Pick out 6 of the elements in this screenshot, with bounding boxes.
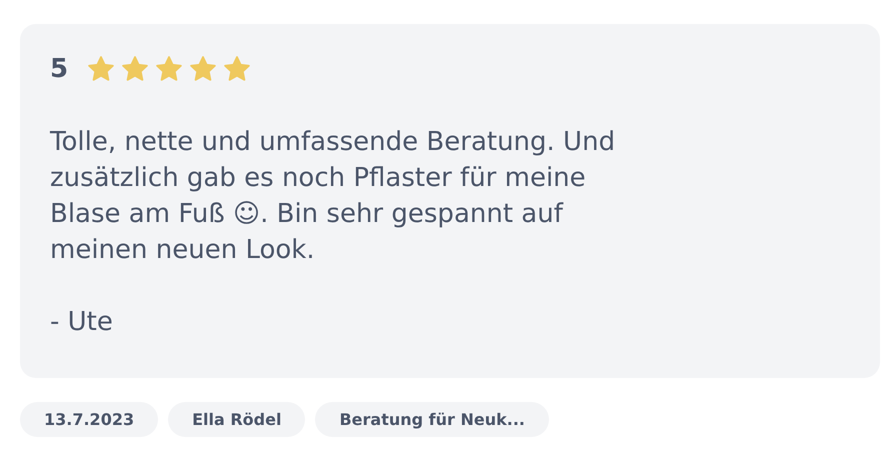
tag-chip: Beratung für Neuk... [315,402,549,437]
tag-chip: Ella Rödel [168,402,306,437]
review-text: Tolle, nette und umfassende Beratung. Und zusätzlich gab es noch Pflaster für meine Blase am Fuß ☺. Bin sehr gespannt auf meinen neuen Look. [50,126,616,267]
rating-score: 5 [50,54,68,84]
review-author: - Ute [50,306,114,339]
tag-chip: 13.7.2023 [20,402,158,437]
